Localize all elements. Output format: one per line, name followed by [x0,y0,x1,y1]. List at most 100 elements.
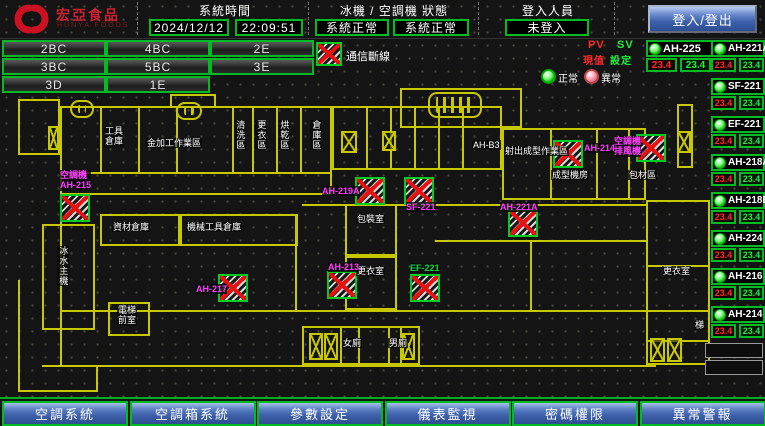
room-label: 更衣室 [356,266,385,276]
floor-button-1e[interactable]: 1E [106,76,210,93]
unit-run-lamp-icon [714,43,726,55]
comm-loss-legend-label: 通信斷線 [346,48,390,64]
unit-sv-value: 23.4 [739,248,764,262]
floor-button-3d[interactable]: 3D [2,76,106,93]
machine-status-label: 冰機 / 空調機 狀態 [318,2,470,19]
unit-button-ah-218a[interactable]: AH-218A [711,154,765,171]
room-label: 資材倉庫 [112,222,150,232]
unit-sv-value: 23.4 [739,324,764,338]
unit-pv-value: 23.4 [711,286,736,300]
wall [300,106,302,172]
unit-run-lamp-icon [714,309,726,321]
unit-button-sf-221[interactable]: SF-221 [711,78,765,95]
room-label: 烘乾區 [278,120,290,150]
unit-sv-value: 23.4 [739,286,764,300]
wall [42,365,656,367]
floor-button-5bc[interactable]: 5BC [106,58,210,75]
device-label: AH-219A [322,186,360,196]
room-label: 更衣室 [662,266,691,276]
wall [295,214,297,310]
unit-button-ah-216[interactable]: AH-216 [711,268,765,285]
floor-button-4bc[interactable]: 4BC [106,40,210,57]
footer-button-4[interactable]: 儀表監視 [385,401,511,426]
device-label: AH-214 [584,143,615,153]
footer-button-3[interactable]: 參數設定 [257,401,383,426]
room-label: 更衣區 [255,120,267,150]
unit-pv-value: 23.4 [711,172,736,186]
unit-button-ah-221a[interactable]: AH-221A [711,40,765,57]
wall [646,310,710,312]
unit-pv-value: 23.4 [646,58,677,72]
room-label: 包材區 [628,170,657,180]
comm-loss-legend-icon [316,42,342,66]
floor-button-2e[interactable]: 2E [210,40,314,57]
footer-button-6[interactable]: 異常警報 [640,401,765,426]
room-label: 清洗區 [234,120,246,150]
wall [302,204,646,206]
comm-offline-marker-icon[interactable] [327,271,357,299]
device-label: EF-221 [410,263,440,273]
footer-button-2[interactable]: 空調箱系統 [130,401,256,426]
unit-name-label: AH-224 [728,233,762,244]
unit-run-lamp-icon [714,195,726,207]
hunya-logo-icon [8,2,54,36]
footer-button-1[interactable]: 空調系統 [2,401,128,426]
floor-button-3e[interactable]: 3E [210,58,314,75]
unit-pv-value: 23.4 [711,324,736,338]
footer-button-5[interactable]: 密碼權限 [512,401,638,426]
comm-offline-marker-icon[interactable] [404,177,434,205]
unit-sv-value: 23.4 [739,58,764,72]
stair-icon [428,92,482,118]
comm-offline-marker-icon[interactable] [410,274,440,302]
room-label: 機械工具倉庫 [186,222,242,232]
wall [138,106,140,172]
unit-run-lamp-icon [649,43,661,55]
normal-label: 正常 [558,70,578,85]
system-date-value: 2024/12/12 [149,19,229,36]
comm-offline-marker-icon[interactable] [60,194,90,222]
wall [18,390,98,392]
login-logout-button[interactable]: 登入/登出 [648,5,757,33]
unit-pv-value: 23.4 [711,134,736,148]
unit-button-ah-224[interactable]: AH-224 [711,230,765,247]
device-label: 空調機 排風機 [614,136,641,157]
login-user-label: 登入人員 [486,2,610,19]
room-label: 男廁 [388,338,408,348]
wall [60,106,62,365]
header-separator [308,2,309,35]
room-label: 冰水主機 [57,246,69,286]
unit-button-ah-218b[interactable]: AH-218B [711,192,765,209]
footer-divider [0,397,765,399]
pv-cn-label: 現值 [583,52,605,67]
sv-cn-label: 設定 [610,52,632,67]
comm-offline-marker-icon[interactable] [508,209,538,237]
unit-pv-value: 23.4 [711,248,736,262]
room-label: 工具 倉庫 [104,126,124,147]
room-label: 電梯 前室 [117,305,137,326]
unit-name-label: SF-221 [728,81,761,92]
floor-button-3bc[interactable]: 3BC [2,58,106,75]
unit-sv-value: 23.4 [739,134,764,148]
room-label: 女廁 [342,338,362,348]
hmi-screen: 宏亞食品 HUNYA FOODS 系統時間 2024/12/12 22:09:5… [0,0,765,426]
unit-run-lamp-icon [714,157,726,169]
unit-pv-value: 23.4 [711,96,736,110]
abnormal-lamp-icon [584,69,599,84]
room-label: AH-B3 [472,140,501,150]
header-separator [478,2,479,35]
unit-sv-value: 23.4 [680,58,711,72]
header-separator [614,2,615,35]
elevator-shaft-icon [324,333,338,360]
unit-button-ef-221[interactable]: EF-221 [711,116,765,133]
unit-button-ah-225[interactable]: AH-225 [646,40,713,57]
unit-button-ah-214[interactable]: AH-214 [711,306,765,323]
normal-lamp-icon [541,69,556,84]
room-label: 倉庫區 [310,120,322,150]
wall [345,204,397,256]
unit-pv-value: 23.4 [711,210,736,224]
floor-button-2bc[interactable]: 2BC [2,40,106,57]
wall [435,240,646,242]
wall [96,365,98,392]
elevator-shaft-icon [677,131,691,153]
device-label: AH-213 [328,262,359,272]
